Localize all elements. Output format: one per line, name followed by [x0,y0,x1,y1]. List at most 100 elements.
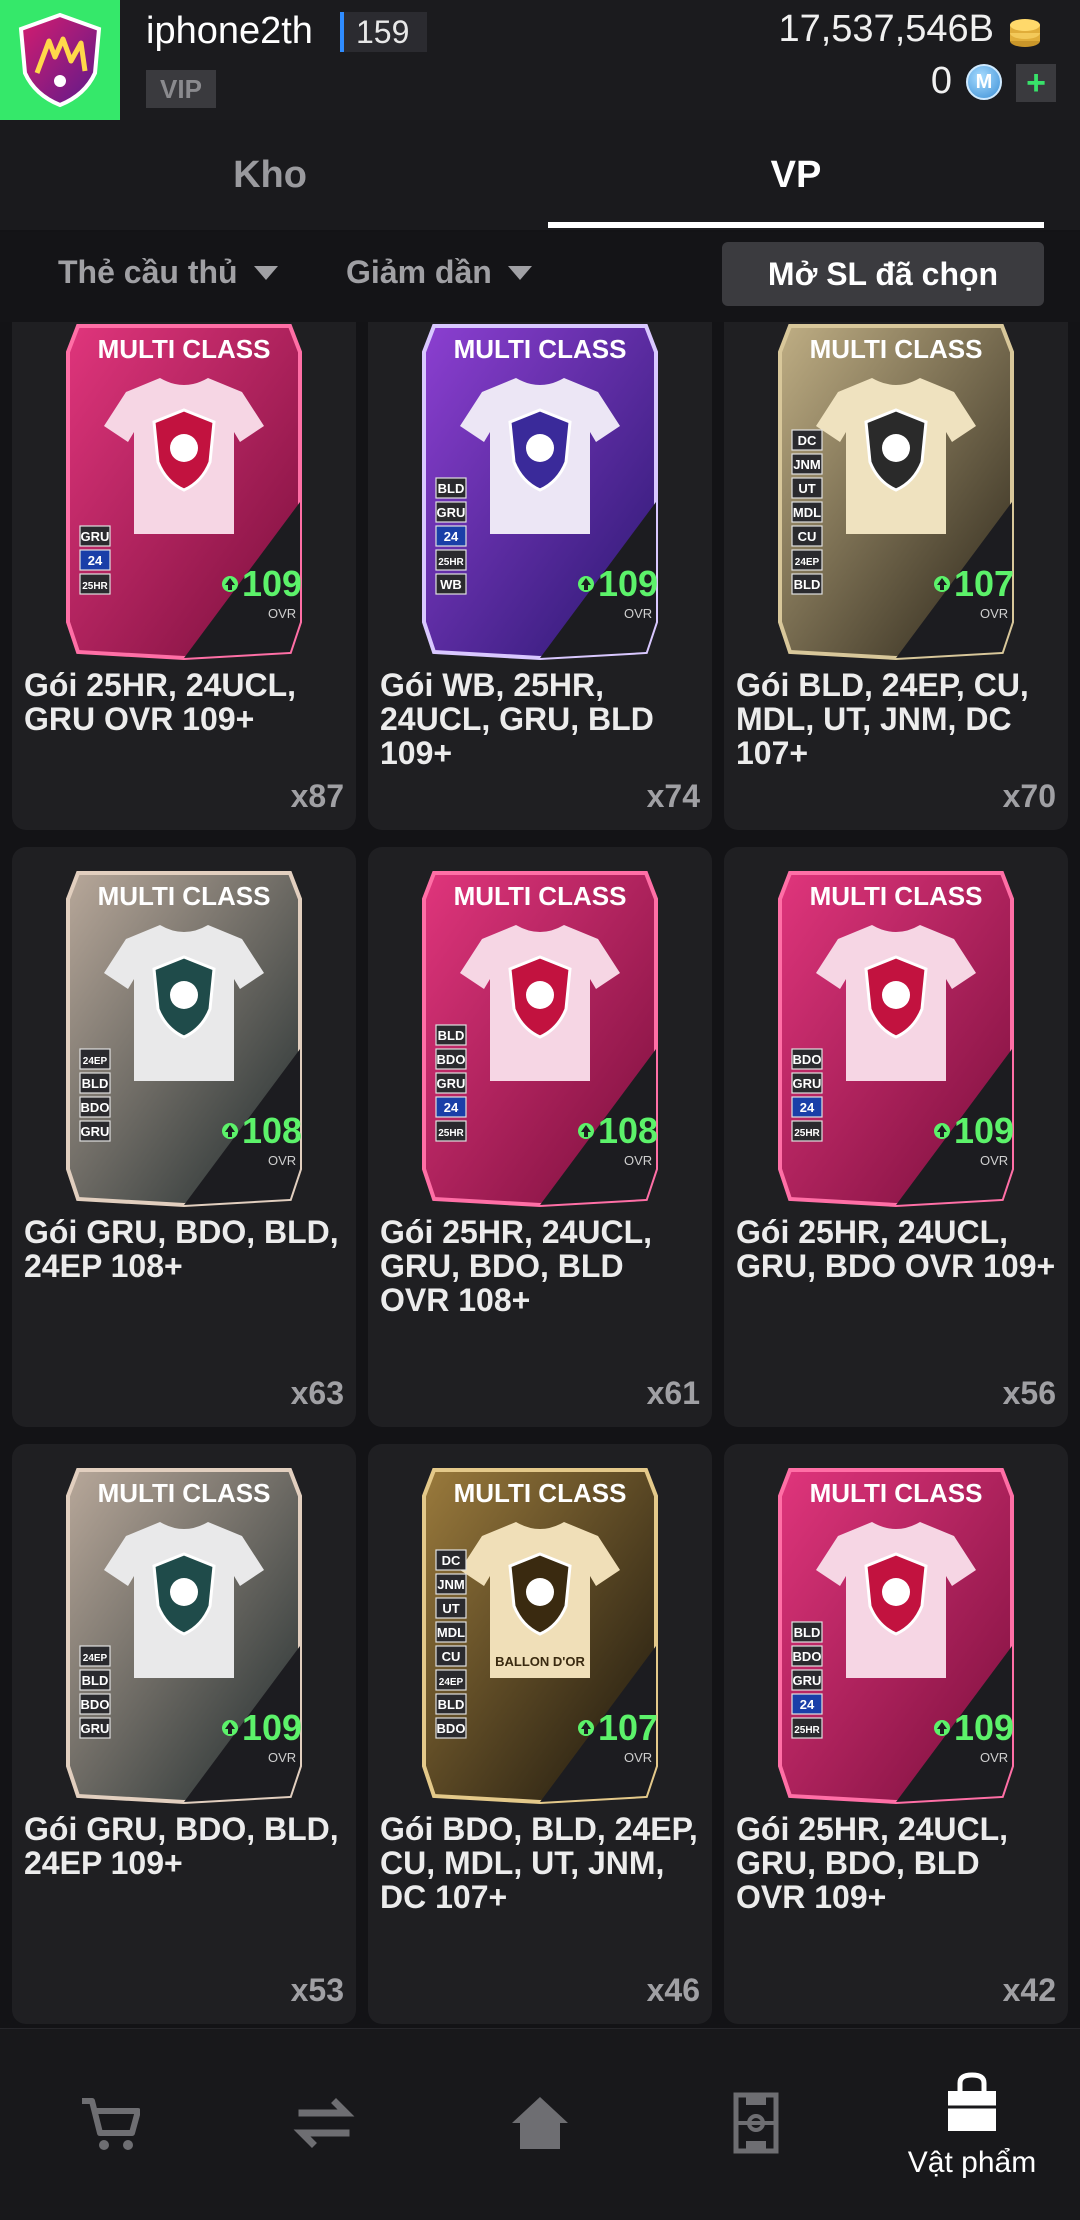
pack-item[interactable]: MULTI CLASS DC JNM UT MDL CU 24EP BLD 107 OVR Gói … [724,322,1068,830]
class-badge-label: JNM [437,1577,464,1592]
class-badge-label: GRU [437,1076,466,1091]
type-filter-label: Thẻ cầu thủ [58,254,238,290]
open-selected-button[interactable]: Mở SL đã chọn [722,242,1044,306]
tab-kho[interactable]: Kho [0,120,540,230]
nav-transfer[interactable] [216,2029,432,2220]
card-title: MULTI CLASS [98,334,271,364]
class-badge-label: 25HR [438,557,464,568]
ovr-label: OVR [268,606,296,621]
pack-item[interactable]: MULTI CLASS BLD GRU 24 25HR WB 109 OVR Gói WB, 2… [368,322,712,830]
active-tab-indicator [548,222,1044,228]
class-badge-label: JNM [793,457,820,472]
class-badge-label: GRU [793,1076,822,1091]
ovr-value: 109 [598,563,658,604]
ball-icon [882,1578,910,1606]
sort-label: Giảm dần [346,254,492,290]
pack-card-art: MULTI CLASS BLD BDO GRU 24 25HR 108 OVR [422,871,658,1208]
card-title: MULTI CLASS [810,881,983,911]
ovr-label: OVR [980,606,1008,621]
class-badge-label: 24 [444,1100,459,1115]
coin-balance: 17,537,546B [778,8,994,50]
club-logo-icon [18,12,102,108]
pack-item[interactable]: BALLON D'OR MULTI CLASS DC JNM UT MDL CU 24EP BL… [368,1444,712,2024]
add-currency-button[interactable]: + [1016,64,1056,102]
ball-icon [170,434,198,462]
ball-icon [526,981,554,1009]
cart-icon [76,2091,141,2160]
class-badge-label: 24 [800,1100,815,1115]
class-badge-label: GRU [437,505,466,520]
ovr-value: 109 [242,563,302,604]
ovr-label: OVR [980,1750,1008,1765]
class-badge-label: 24 [800,1697,815,1712]
item-grid: MULTI CLASS GRU 24 25HR 109 OVR Gói 25HR, 24UC… [0,322,1080,2028]
m-points-icon: M [966,64,1002,100]
ball-icon [882,981,910,1009]
class-badge-label: BDO [437,1721,466,1736]
level-badge: 159 [340,12,428,52]
m-points-balance: 0 [930,60,952,102]
class-badge-label: BLD [82,1076,109,1091]
class-badge-label: BLD [82,1673,109,1688]
pack-item[interactable]: MULTI CLASS 24EP BLD BDO GRU 109 OVR Gói GRU, B… [12,1444,356,2024]
ovr-value: 109 [954,1110,1014,1151]
username: iphone2th [146,10,313,52]
class-badge-label: CU [798,529,817,544]
chevron-down-icon [507,265,532,280]
pack-card-art: MULTI CLASS BLD GRU 24 25HR WB 109 OVR [422,324,658,661]
class-badge-label: DC [798,433,817,448]
pack-card-art: MULTI CLASS BLD BDO GRU 24 25HR 109 OVR [778,1468,1014,1805]
class-badge-label: 25HR [794,1128,820,1139]
class-badge-label: MDL [793,505,821,520]
tab-vp[interactable]: VP [548,120,1044,230]
class-badge-label: WB [440,577,462,592]
tab-bar: Kho VP [0,120,1080,230]
pack-card-art: MULTI CLASS 24EP BLD BDO GRU 109 OVR [66,1468,302,1805]
bag-icon [940,2071,1004,2140]
pack-item[interactable]: MULTI CLASS BLD BDO GRU 24 25HR 108 OVR Gói 25HR… [368,847,712,1427]
type-filter-dropdown[interactable]: Thẻ cầu thủ [58,254,278,291]
class-badge-label: 24EP [83,1653,108,1664]
filter-bar: Thẻ cầu thủ Giảm dần Mở SL đã chọn [0,232,1080,322]
pitch-icon [724,2091,788,2160]
class-badge-label: BLD [794,577,821,592]
pack-item[interactable]: MULTI CLASS 24EP BLD BDO GRU 108 OVR Gói GRU, B… [12,847,356,1427]
class-badge-label: GRU [81,1124,110,1139]
pack-name: Gói 25HR, 24UCL, GRU, BDO, BLD OVR 109+ [736,1811,1009,1915]
ball-icon [170,981,198,1009]
ball-icon [526,1578,554,1606]
card-title: MULTI CLASS [810,1478,983,1508]
chevron-down-icon [253,265,278,280]
pack-item[interactable]: MULTI CLASS BLD BDO GRU 24 25HR 109 OVR Gói 25HR… [724,1444,1068,2024]
transfer-icon [292,2091,356,2160]
ball-icon [882,434,910,462]
nav-label: Vật phẩm [907,2145,1037,2179]
class-badge-label: UT [798,481,815,496]
nav-bag[interactable]: Vật phẩm [864,2029,1080,2220]
ovr-label: OVR [624,606,652,621]
pack-name: Gói WB, 25HR, 24UCL, GRU, BLD 109+ [380,667,654,771]
app-root: iphone2th 159 VIP 17,537,546B 0 M + Kho … [0,0,1080,2220]
ovr-value: 107 [954,563,1014,604]
pack-quantity: x70 [1002,778,1056,814]
pack-name: Gói BDO, BLD, 24EP, CU, MDL, UT, JNM, DC… [380,1811,698,1915]
class-badge-label: BLD [794,1625,821,1640]
class-badge-label: 24 [444,529,459,544]
card-title: MULTI CLASS [454,881,627,911]
pack-quantity: x53 [290,1972,344,2008]
nav-pitch[interactable] [648,2029,864,2220]
class-badge-label: GRU [81,1721,110,1736]
ovr-label: OVR [268,1153,296,1168]
ball-icon [170,1578,198,1606]
pack-item[interactable]: MULTI CLASS GRU 24 25HR 109 OVR Gói 25HR, 24UC… [12,322,356,830]
nav-home[interactable] [432,2029,648,2220]
nav-cart[interactable] [0,2029,216,2220]
pack-item[interactable]: MULTI CLASS BDO GRU 24 25HR 109 OVR Gói 25HR, 2… [724,847,1068,1427]
class-badge-label: GRU [793,1673,822,1688]
ball-icon [526,434,554,462]
pack-quantity: x74 [646,778,700,814]
sort-dropdown[interactable]: Giảm dần [346,254,532,291]
card-title: MULTI CLASS [98,881,271,911]
pack-card-art: BALLON D'OR MULTI CLASS DC JNM UT MDL CU 24EP BL… [422,1468,658,1805]
avatar[interactable] [0,0,120,120]
